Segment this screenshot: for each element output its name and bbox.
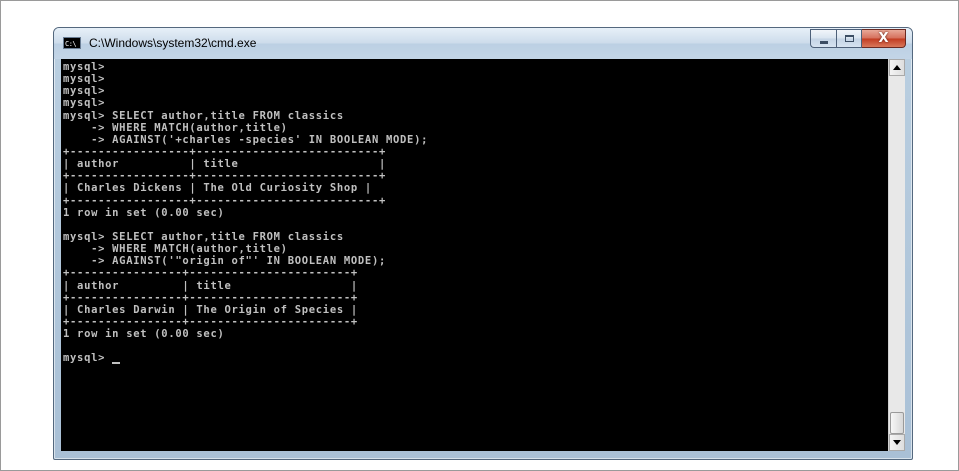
scroll-thumb[interactable] <box>890 412 904 434</box>
console-line: +-----------------+---------------------… <box>63 145 386 158</box>
close-button[interactable]: X <box>862 29 906 48</box>
console-line: | author | title | <box>63 279 358 292</box>
window-title: C:\Windows\system32\cmd.exe <box>89 36 257 50</box>
console-line: -> AGAINST('+charles -species' IN BOOLEA… <box>63 133 429 146</box>
console-line: +-----------------+---------------------… <box>63 170 386 183</box>
arrow-down-icon <box>893 440 901 445</box>
scroll-up-button[interactable] <box>889 59 905 76</box>
console-line: mysql> <box>63 352 428 364</box>
console-lines: mysql> mysql> mysql> mysql> mysql> SELECT au… <box>63 61 428 365</box>
vertical-scrollbar[interactable] <box>888 59 905 451</box>
arrow-up-icon <box>893 65 901 70</box>
title-bar[interactable]: C:\ C:\Windows\system32\cmd.exe X <box>54 28 912 59</box>
console-line: +-----------------+---------------------… <box>63 194 386 207</box>
cmd-window: C:\ C:\Windows\system32\cmd.exe X mysql>… <box>53 27 913 460</box>
console-line: +----------------+----------------------… <box>63 291 358 304</box>
close-icon: X <box>878 31 889 46</box>
console-line: -> AGAINST('"origin of"' IN BOOLEAN MODE… <box>63 255 386 268</box>
cmd-app-icon[interactable]: C:\ <box>63 37 81 49</box>
console-line: +----------------+----------------------… <box>63 267 358 280</box>
console-output[interactable]: mysql> mysql> mysql> mysql> mysql> SELECT au… <box>61 59 888 451</box>
console-line: mysql> SELECT author,title FROM classics <box>63 109 344 122</box>
console-line: | Charles Dickens | The Old Curiosity Sh… <box>63 182 372 195</box>
console-line: 1 row in set (0.00 sec) <box>63 206 225 219</box>
minimize-button[interactable] <box>810 29 836 48</box>
console-line: mysql> <box>63 85 106 98</box>
console-line: 1 row in set (0.00 sec) <box>63 328 225 341</box>
console-line: mysql> <box>63 97 106 110</box>
minimize-icon <box>819 40 828 44</box>
text-cursor <box>112 361 121 364</box>
console-line: -> WHERE MATCH(author,title) <box>63 243 288 256</box>
console-line: mysql> SELECT author,title FROM classics <box>63 230 344 243</box>
console-line: mysql> <box>63 73 106 86</box>
console-line: | Charles Darwin | The Origin of Species… <box>63 303 358 316</box>
caption-buttons: X <box>810 29 906 49</box>
console-line: | author | title | <box>63 158 386 171</box>
maximize-icon <box>844 35 854 42</box>
console-line: mysql> <box>63 61 106 73</box>
maximize-button[interactable] <box>836 29 862 48</box>
console-line: -> WHERE MATCH(author,title) <box>63 121 288 134</box>
console-line: +----------------+----------------------… <box>63 315 358 328</box>
scroll-down-button[interactable] <box>889 434 905 451</box>
